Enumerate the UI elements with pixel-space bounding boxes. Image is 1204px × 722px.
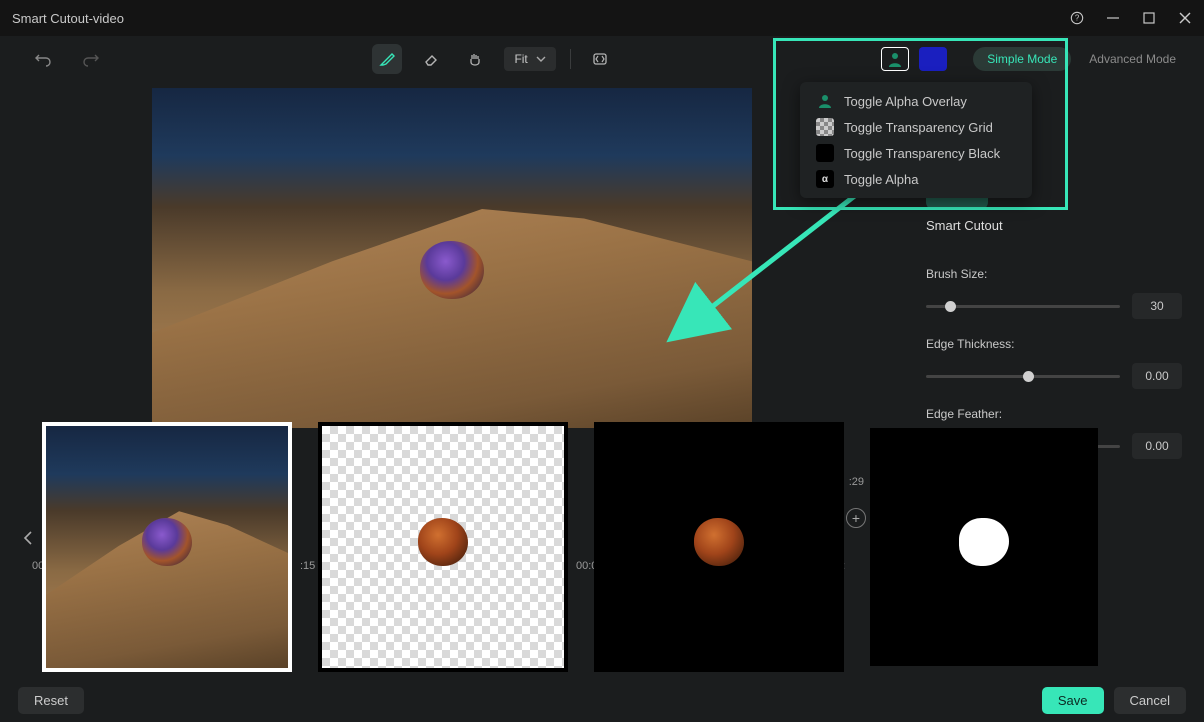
black-icon xyxy=(816,144,834,162)
menu-label: Toggle Transparency Black xyxy=(844,146,1000,161)
menu-toggle-alpha[interactable]: α Toggle Alpha xyxy=(800,166,1032,192)
help-icon[interactable]: ? xyxy=(1070,11,1084,25)
maximize-icon[interactable] xyxy=(1142,11,1156,25)
menu-label: Toggle Alpha Overlay xyxy=(844,94,967,109)
compare-button[interactable] xyxy=(585,44,615,74)
checker-icon xyxy=(816,118,834,136)
undo-button[interactable] xyxy=(28,44,58,74)
overlay-dropdown: Toggle Alpha Overlay Toggle Transparency… xyxy=(800,82,1032,198)
edge-feather-label: Edge Feather: xyxy=(926,407,1182,421)
toolbar: Fit Simple Mode Advanced Mode xyxy=(0,36,1204,82)
redo-button[interactable] xyxy=(76,44,106,74)
menu-label: Toggle Alpha xyxy=(844,172,918,187)
window-title: Smart Cutout-video xyxy=(12,11,124,26)
edge-thickness-value[interactable]: 0.00 xyxy=(1132,363,1182,389)
overlay-picker xyxy=(881,47,947,71)
overlay-swatch-blue[interactable] xyxy=(919,47,947,71)
footer: Reset Save Cancel xyxy=(0,678,1204,722)
person-icon xyxy=(816,92,834,110)
menu-toggle-black[interactable]: Toggle Transparency Black xyxy=(800,140,1032,166)
brush-label: Brush Size: xyxy=(926,267,1182,281)
brush-tool-button[interactable] xyxy=(372,44,402,74)
preview-transparent-grid[interactable] xyxy=(318,422,568,672)
zoom-label: Fit xyxy=(514,52,527,66)
sidebar-title: Smart Cutout xyxy=(926,218,1182,233)
reset-button[interactable]: Reset xyxy=(18,687,84,714)
preview-alpha[interactable] xyxy=(870,428,1098,666)
menu-toggle-grid[interactable]: Toggle Transparency Grid xyxy=(800,114,1032,140)
eraser-tool-button[interactable] xyxy=(416,44,446,74)
mode-simple[interactable]: Simple Mode xyxy=(973,47,1071,71)
edge-thickness-slider[interactable] xyxy=(926,375,1120,378)
titlebar: Smart Cutout-video ? xyxy=(0,0,1204,36)
preview-original[interactable] xyxy=(42,422,292,672)
zoom-select[interactable]: Fit xyxy=(504,47,555,71)
menu-label: Toggle Transparency Grid xyxy=(844,120,993,135)
brush-value[interactable]: 30 xyxy=(1132,293,1182,319)
close-icon[interactable] xyxy=(1178,11,1192,25)
annotation-arrow xyxy=(660,174,900,354)
mode-advanced[interactable]: Advanced Mode xyxy=(1089,52,1176,66)
pan-tool-button[interactable] xyxy=(460,44,490,74)
svg-text:?: ? xyxy=(1075,14,1080,23)
preview-black[interactable] xyxy=(594,422,844,672)
alpha-icon: α xyxy=(816,170,834,188)
minimize-icon[interactable] xyxy=(1106,11,1120,25)
cancel-button[interactable]: Cancel xyxy=(1114,687,1186,714)
prev-clip-button[interactable] xyxy=(18,508,38,568)
menu-toggle-alpha-overlay[interactable]: Toggle Alpha Overlay xyxy=(800,88,1032,114)
edge-thickness-label: Edge Thickness: xyxy=(926,337,1182,351)
brush-slider[interactable] xyxy=(926,305,1120,308)
overlay-swatch-person[interactable] xyxy=(881,47,909,71)
preview-gallery xyxy=(42,422,1098,672)
save-button[interactable]: Save xyxy=(1042,687,1104,714)
